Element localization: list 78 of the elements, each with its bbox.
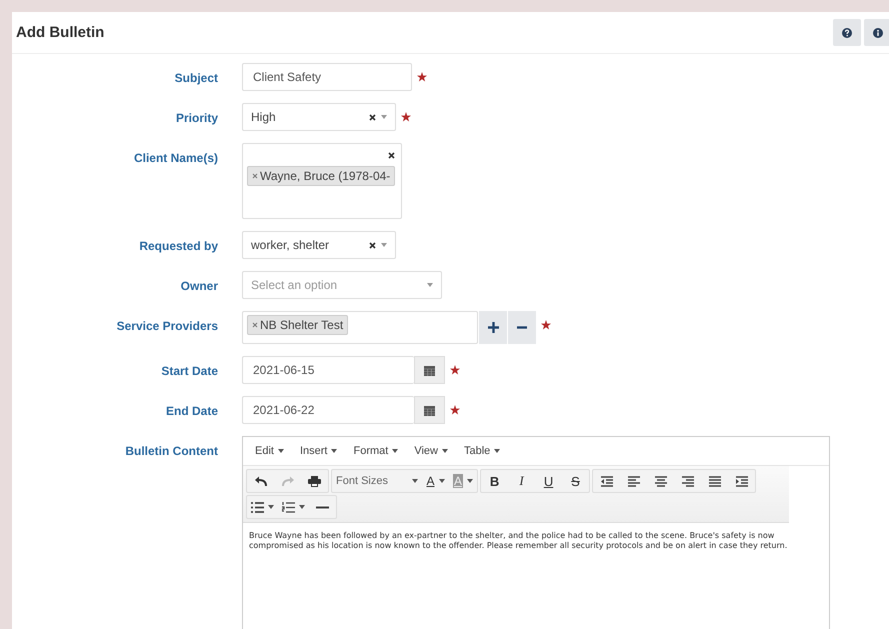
calendar-icon (424, 404, 435, 416)
remove-button[interactable] (508, 311, 536, 344)
editor-menu[interactable]: Insert (294, 445, 344, 457)
field-label: Priority (174, 110, 218, 127)
select-field[interactable]: High (242, 103, 396, 131)
caret-icon (412, 479, 418, 483)
field-label: Bulletin Content (124, 443, 218, 460)
client-tag[interactable]: Wayne, Bruce (1978-04- (247, 166, 396, 186)
align-left-icon (628, 476, 640, 486)
clear-icon[interactable] (369, 242, 376, 248)
remove-icon[interactable] (252, 322, 258, 328)
required-star-icon (450, 405, 460, 415)
field-label: Start Date (160, 363, 218, 380)
align-center-icon (654, 476, 667, 486)
remove-icon[interactable] (252, 173, 258, 179)
client-select-field[interactable]: Wayne, Bruce (1978-04- (242, 143, 402, 219)
editor-menu[interactable]: Edit (249, 445, 290, 457)
editor-menu[interactable]: View (408, 445, 454, 457)
caret-icon (268, 505, 274, 509)
bullet-list-icon (251, 502, 264, 512)
field-label: Requested by (138, 238, 218, 255)
add-button[interactable] (479, 311, 507, 344)
printer-icon (308, 476, 321, 486)
minus-icon (517, 326, 527, 329)
info-icon (873, 28, 883, 38)
clear-icon[interactable] (369, 114, 376, 120)
help-icon (842, 28, 852, 38)
field-label: Subject (174, 70, 218, 87)
calendar-button[interactable] (414, 356, 445, 384)
provider-tag[interactable]: NB Shelter Test (247, 315, 348, 335)
horizontal-rule-icon (316, 506, 329, 508)
help-button[interactable] (833, 19, 861, 46)
clear-icon[interactable] (388, 152, 395, 159)
caret-icon (427, 283, 433, 287)
required-star-icon (401, 112, 411, 122)
editor-menu[interactable]: Format (347, 445, 404, 457)
editor-menu[interactable]: Table (458, 445, 506, 457)
strikethrough-button[interactable]: S (562, 470, 590, 492)
calendar-icon (424, 364, 435, 376)
date-field[interactable]: 2021-06-22 (242, 396, 414, 424)
plus-icon (488, 322, 498, 333)
field-label: Owner (180, 278, 218, 295)
required-star-icon (450, 365, 460, 375)
undo-icon (254, 476, 266, 486)
underline-button[interactable]: U (535, 470, 562, 492)
text-field[interactable]: Client Safety (242, 63, 412, 91)
caret-icon (278, 449, 284, 453)
bold-button[interactable]: B (481, 470, 508, 492)
required-star-icon (417, 72, 427, 82)
italic-button[interactable]: I (508, 470, 536, 492)
caret-icon (331, 449, 338, 453)
justify-icon (708, 476, 721, 486)
numbered-list-icon (282, 502, 295, 512)
page-title: Add Bulletin (15, 24, 104, 41)
field-label: Service Providers (116, 318, 218, 335)
caret-icon (299, 505, 305, 509)
select-field[interactable]: worker, shelter (242, 231, 396, 259)
provider-select-field[interactable]: NB Shelter Test (242, 311, 478, 344)
field-label: Client Name(s) (132, 150, 218, 167)
date-field[interactable]: 2021-06-15 (242, 356, 414, 384)
field-label: End Date (164, 403, 218, 420)
redo-icon (282, 476, 294, 486)
caret-icon (381, 243, 387, 247)
outdent-icon (600, 476, 613, 486)
indent-icon (736, 476, 748, 486)
calendar-button[interactable] (414, 396, 445, 424)
bulletin-text[interactable]: Bruce Wayne has been followed by an ex-partner to the shelter, and the police had to be called to the scene. Bruce's safety is now compromised as his location is now known to the offender. Please remember all security protocols and be on alert in case they return. (243, 523, 829, 559)
caret-icon (467, 479, 474, 483)
caret-icon (438, 479, 444, 483)
required-star-icon (541, 320, 551, 330)
font-size-dropdown[interactable]: Font Sizes (332, 470, 422, 492)
align-right-icon (682, 476, 694, 486)
caret-icon (494, 449, 500, 453)
info-button[interactable] (864, 19, 889, 46)
text-color-button[interactable]: A (422, 470, 449, 492)
caret-icon (381, 115, 387, 119)
caret-icon (392, 449, 398, 453)
caret-icon (442, 449, 448, 453)
